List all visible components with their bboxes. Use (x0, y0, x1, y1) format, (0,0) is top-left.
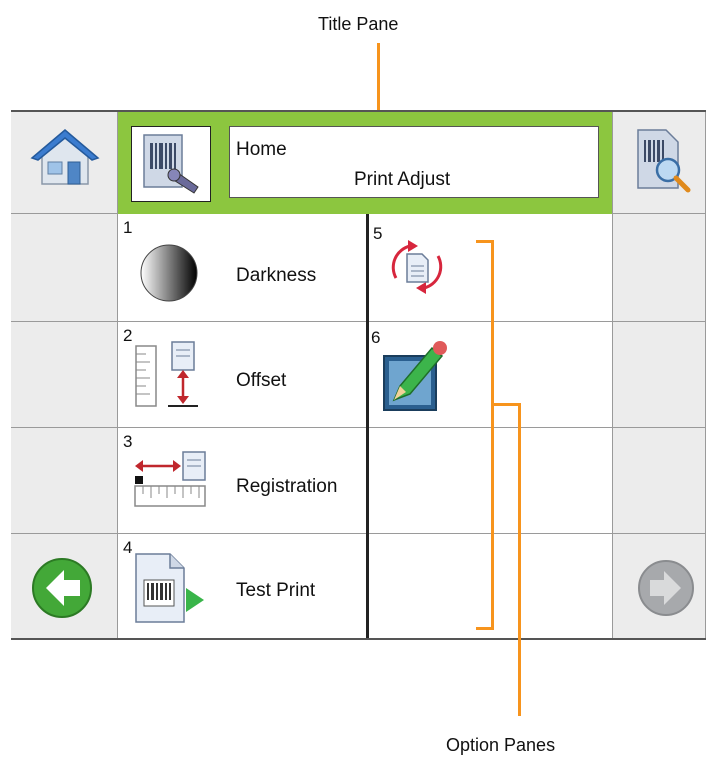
option-number-2: 2 (123, 326, 133, 345)
registration-ruler-icon (134, 451, 206, 507)
left-empty-cell-2 (11, 322, 118, 428)
option-panes-callout-line (518, 403, 521, 716)
option-panes-bracket-vertical (491, 240, 494, 630)
right-empty-cell-2 (612, 322, 706, 428)
option-panes-bracket-bottom (476, 627, 494, 630)
title-pane-callout: Title Pane (318, 14, 399, 34)
option-number-3: 3 (123, 432, 133, 451)
title-text-box: Home Print Adjust (229, 126, 599, 198)
document-search-icon[interactable] (632, 126, 696, 194)
title-text: Print Adjust (354, 169, 451, 190)
right-empty-cell-3 (612, 428, 706, 534)
option-label-4: Test Print (236, 580, 316, 601)
option-panes-callout: Option Panes (446, 735, 556, 755)
back-arrow-icon[interactable] (30, 556, 94, 620)
option-number-1: 1 (123, 218, 133, 237)
print-adjust-icon (143, 134, 199, 194)
darkness-gradient-icon (140, 244, 198, 302)
title-path: Home (236, 139, 287, 160)
offset-ruler-icon (135, 341, 198, 407)
refresh-document-icon (391, 240, 443, 294)
option-column-divider (366, 214, 369, 638)
option-label-3: Registration (236, 476, 338, 497)
left-empty-cell-3 (11, 428, 118, 534)
edit-document-pen-icon (383, 341, 447, 411)
title-pane-icon-box[interactable] (131, 126, 211, 202)
option-label-2: Offset (236, 370, 287, 391)
right-empty-cell-1 (612, 214, 706, 322)
option-panes-bracket-middle (491, 403, 521, 406)
option-label-1: Darkness (236, 265, 317, 286)
home-icon[interactable] (30, 126, 100, 188)
left-empty-cell-1 (11, 214, 118, 322)
test-print-barcode-icon (135, 553, 204, 623)
forward-arrow-icon[interactable] (636, 558, 696, 618)
